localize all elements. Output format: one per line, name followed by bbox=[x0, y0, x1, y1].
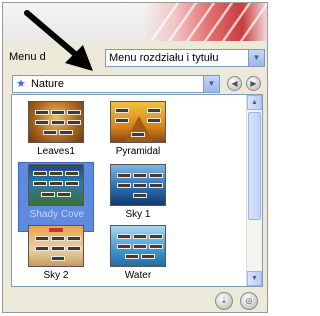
scroll-up-button[interactable]: ▲ bbox=[247, 95, 262, 110]
scroll-down-button[interactable]: ▼ bbox=[247, 271, 262, 286]
theme-tile-label: Water bbox=[124, 270, 152, 281]
help-button[interactable]: ⇣ bbox=[215, 292, 233, 310]
theme-thumbnail-image bbox=[28, 225, 84, 267]
theme-tile-label: Leaves1 bbox=[37, 146, 75, 157]
annotation-arrow-icon bbox=[24, 10, 93, 71]
theme-thumbnail-image bbox=[110, 101, 166, 143]
chevron-down-icon[interactable]: ▼ bbox=[248, 50, 264, 66]
theme-tile-label: Shady Cove bbox=[29, 209, 85, 220]
previous-page-button[interactable]: ◀ bbox=[227, 76, 242, 91]
theme-tile-water[interactable]: Water bbox=[100, 223, 176, 286]
star-icon: ★ bbox=[16, 78, 26, 90]
theme-tile-shady-cove[interactable]: Shady Cove bbox=[18, 162, 94, 232]
theme-tile-label: Pyramidal bbox=[115, 146, 161, 157]
banner-art bbox=[143, 3, 267, 41]
theme-thumbnail-image bbox=[110, 225, 166, 267]
settings-button[interactable]: ◎ bbox=[240, 292, 258, 310]
chevron-down-icon[interactable]: ▼ bbox=[203, 76, 219, 92]
theme-tile-sky-1[interactable]: Sky 1 bbox=[100, 162, 176, 232]
theme-tile-pyramidal[interactable]: Pyramidal bbox=[100, 99, 176, 169]
next-page-button[interactable]: ▶ bbox=[246, 76, 261, 91]
scroll-thumb[interactable] bbox=[248, 112, 261, 220]
theme-thumbnail-list: Leaves1 Pyramidal Shady Cove Sky 1 Sky 2… bbox=[11, 94, 263, 287]
theme-thumbnail-image bbox=[28, 101, 84, 143]
theme-panel-window: Menu d Menu rozdziału i tytułu ▼ ★ Natur… bbox=[2, 2, 268, 313]
theme-thumbnail-image bbox=[110, 164, 166, 206]
menu-dropdown-value: Menu rozdziału i tytułu bbox=[109, 52, 219, 64]
theme-tile-label: Sky 2 bbox=[43, 270, 69, 281]
menu-dropdown[interactable]: Menu rozdziału i tytułu ▼ bbox=[105, 49, 265, 67]
theme-tile-sky-2[interactable]: Sky 2 bbox=[18, 223, 94, 286]
theme-thumbnail-image bbox=[28, 164, 84, 206]
vertical-scrollbar[interactable]: ▲ ▼ bbox=[246, 95, 262, 286]
theme-tile-leaves1[interactable]: Leaves1 bbox=[18, 99, 94, 169]
theme-tile-label: Sky 1 bbox=[125, 209, 151, 220]
theme-category-value: Nature bbox=[30, 78, 64, 90]
